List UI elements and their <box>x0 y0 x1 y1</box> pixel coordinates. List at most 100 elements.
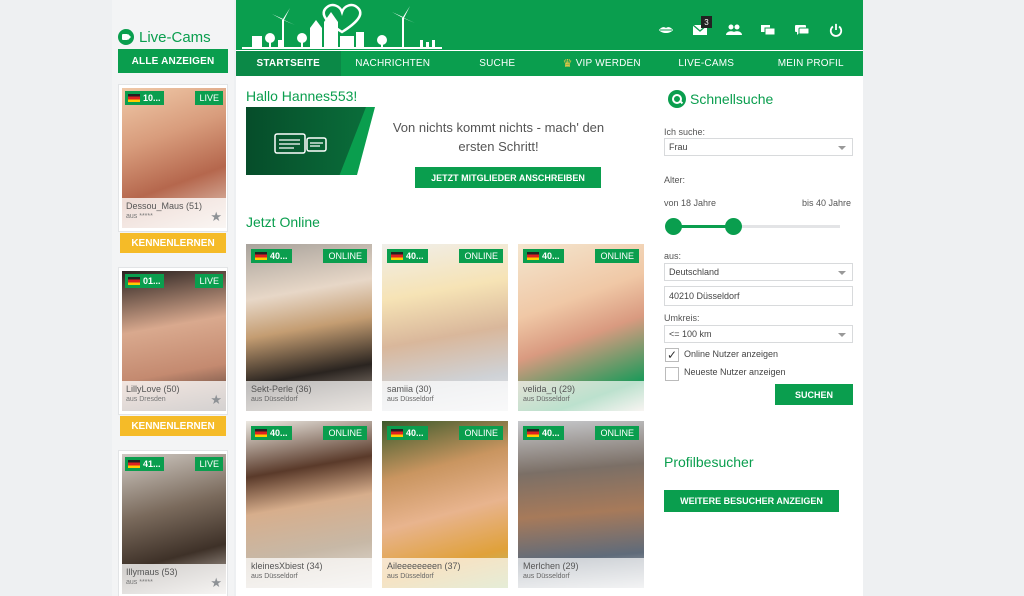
user-card[interactable]: 40... ONLINE Aileeeeeeeen (37) aus Düsse… <box>382 421 508 588</box>
livecam-city: aus Dresden <box>126 396 166 403</box>
country-flag-badge: 41... <box>125 457 164 471</box>
user-city: aus Düsseldorf <box>523 573 570 580</box>
header-icons: 3 <box>649 16 853 40</box>
quick-search-heading: Schnellsuche <box>668 90 773 108</box>
city-skyline-logo[interactable] <box>242 0 442 50</box>
country-flag-badge: 01... <box>125 274 164 288</box>
user-card[interactable]: 40... ONLINE Sekt-Perle (36) aus Düsseld… <box>246 244 372 411</box>
crown-icon: ♛ <box>562 58 573 70</box>
search-button[interactable]: SUCHEN <box>775 384 853 405</box>
user-card[interactable]: 40... ONLINE velida_q (29) aus Düsseldor… <box>518 244 644 411</box>
livecam-sidebar: Live-Cams ALLE ANZEIGEN 10... LIVE Desso… <box>112 0 234 596</box>
aus-label: aus: <box>664 251 682 261</box>
promo-image <box>246 107 381 175</box>
gender-select[interactable]: Frau <box>664 138 853 156</box>
livecam-card[interactable]: 41... LIVE Illymaus (53) aus ***** ★ <box>118 450 228 596</box>
quick-search-title: Schnellsuche <box>690 91 774 107</box>
nav-livecams[interactable]: LIVE-CAMS <box>654 51 759 76</box>
greeting-heading: Hallo Hannes553! <box>246 88 358 104</box>
user-card[interactable]: 40... ONLINE Merlchen (29) aus Düsseldor… <box>518 421 644 588</box>
newest-users-checkbox[interactable] <box>665 367 679 381</box>
power-icon[interactable] <box>819 20 853 40</box>
user-info: kleinesXbiest (34) aus Düsseldorf <box>246 558 372 588</box>
livecam-card[interactable]: 10... LIVE Dessou_Maus (51) aus ***** ★ <box>118 84 228 232</box>
user-info: Aileeeeeeeen (37) aus Düsseldorf <box>382 558 508 588</box>
user-city: aus Düsseldorf <box>523 396 570 403</box>
german-flag-icon <box>527 252 539 260</box>
nav-vip[interactable]: ♛ VIP WERDEN <box>550 51 655 76</box>
online-badge: ONLINE <box>595 249 639 263</box>
write-members-button[interactable]: JETZT MITGLIEDER ANSCHREIBEN <box>415 167 601 188</box>
gallery-icon[interactable] <box>751 20 785 40</box>
ich-suche-label: Ich suche: <box>664 127 706 137</box>
lips-icon[interactable] <box>649 20 683 40</box>
german-flag-icon <box>391 252 403 260</box>
german-flag-icon <box>128 460 140 468</box>
country-flag-badge: 40... <box>387 249 428 263</box>
user-info: Merlchen (29) aus Düsseldorf <box>518 558 644 588</box>
users-icon[interactable] <box>717 20 751 40</box>
online-now-heading: Jetzt Online <box>246 214 320 230</box>
nav-profil[interactable]: MEIN PROFIL <box>759 51 864 76</box>
user-card[interactable]: 40... ONLINE kleinesXbiest (34) aus Düss… <box>246 421 372 588</box>
chevron-down-icon <box>838 271 846 275</box>
chevron-down-icon <box>838 333 846 337</box>
meet-button[interactable]: KENNENLERNEN <box>120 416 226 436</box>
nav-suche[interactable]: SUCHE <box>445 51 550 76</box>
user-info: samiia (30) aus Düsseldorf <box>382 381 508 411</box>
german-flag-icon <box>255 252 267 260</box>
show-all-cams-button[interactable]: ALLE ANZEIGEN <box>118 49 228 73</box>
alter-label: Alter: <box>664 175 686 185</box>
livecam-city: aus ***** <box>126 579 153 586</box>
live-badge: LIVE <box>195 457 223 471</box>
online-badge: ONLINE <box>595 426 639 440</box>
promo-text: Von nichts kommt nichts - mach' den erst… <box>392 120 605 154</box>
user-card[interactable]: 40... ONLINE samiia (30) aus Düsseldorf <box>382 244 508 411</box>
mail-icon[interactable]: 3 <box>683 16 717 40</box>
more-visitors-button[interactable]: WEITERE BESUCHER ANZEIGEN <box>664 490 839 512</box>
umkreis-label: Umkreis: <box>664 313 700 323</box>
profile-visitors-heading: Profilbesucher <box>664 454 754 470</box>
star-icon[interactable]: ★ <box>210 575 222 591</box>
country-flag-badge: 40... <box>251 426 292 440</box>
online-users-label: Online Nutzer anzeigen <box>684 349 779 359</box>
user-city: aus Düsseldorf <box>251 573 298 580</box>
nav-vip-label: VIP WERDEN <box>575 58 641 69</box>
age-min-handle[interactable] <box>665 218 682 235</box>
nav-nachrichten[interactable]: NACHRICHTEN <box>341 51 446 76</box>
chat-icon[interactable] <box>785 20 819 40</box>
livecam-card[interactable]: 01... LIVE LillyLove (50) aus Dresden ★ <box>118 267 228 415</box>
age-max-handle[interactable] <box>725 218 742 235</box>
chevron-down-icon <box>838 146 846 150</box>
livecam-photo[interactable]: 01... LIVE LillyLove (50) aus Dresden ★ <box>122 271 226 411</box>
nav-startseite[interactable]: STARTSEITE <box>236 51 341 76</box>
online-badge: ONLINE <box>459 426 503 440</box>
livecam-photo[interactable]: 41... LIVE Illymaus (53) aus ***** ★ <box>122 454 226 594</box>
livecams-title: Live-Cams <box>139 28 211 46</box>
newest-users-label: Neueste Nutzer anzeigen <box>684 367 786 377</box>
user-info: velida_q (29) aus Düsseldorf <box>518 381 644 411</box>
livecam-name: Dessou_Maus (51) <box>126 201 203 211</box>
radius-select[interactable]: <= 100 km <box>664 325 853 343</box>
user-name: Merlchen (29) <box>523 561 579 571</box>
online-users-checkbox[interactable]: ✓ <box>665 348 679 362</box>
unread-messages-badge: 3 <box>701 16 712 28</box>
country-flag-badge: 40... <box>523 426 564 440</box>
main-content: 3 STARTSEITE NACHRICHTEN SUCHE ♛ VIP WERD… <box>236 0 863 596</box>
user-name: Aileeeeeeeen (37) <box>387 561 461 571</box>
country-flag-badge: 40... <box>523 249 564 263</box>
meet-button[interactable]: KENNENLERNEN <box>120 233 226 253</box>
german-flag-icon <box>255 429 267 437</box>
user-name: velida_q (29) <box>523 384 576 394</box>
online-badge: ONLINE <box>459 249 503 263</box>
user-name: Sekt-Perle (36) <box>251 384 312 394</box>
star-icon[interactable]: ★ <box>210 392 222 408</box>
star-icon[interactable]: ★ <box>210 209 222 225</box>
livecam-photo[interactable]: 10... LIVE Dessou_Maus (51) aus ***** ★ <box>122 88 226 228</box>
user-name: kleinesXbiest (34) <box>251 561 323 571</box>
user-city: aus Düsseldorf <box>387 396 434 403</box>
country-select[interactable]: Deutschland <box>664 263 853 281</box>
location-input[interactable]: 40210 Düsseldorf <box>664 286 853 306</box>
livecam-name: Illymaus (53) <box>126 567 178 577</box>
camera-icon <box>118 29 134 45</box>
